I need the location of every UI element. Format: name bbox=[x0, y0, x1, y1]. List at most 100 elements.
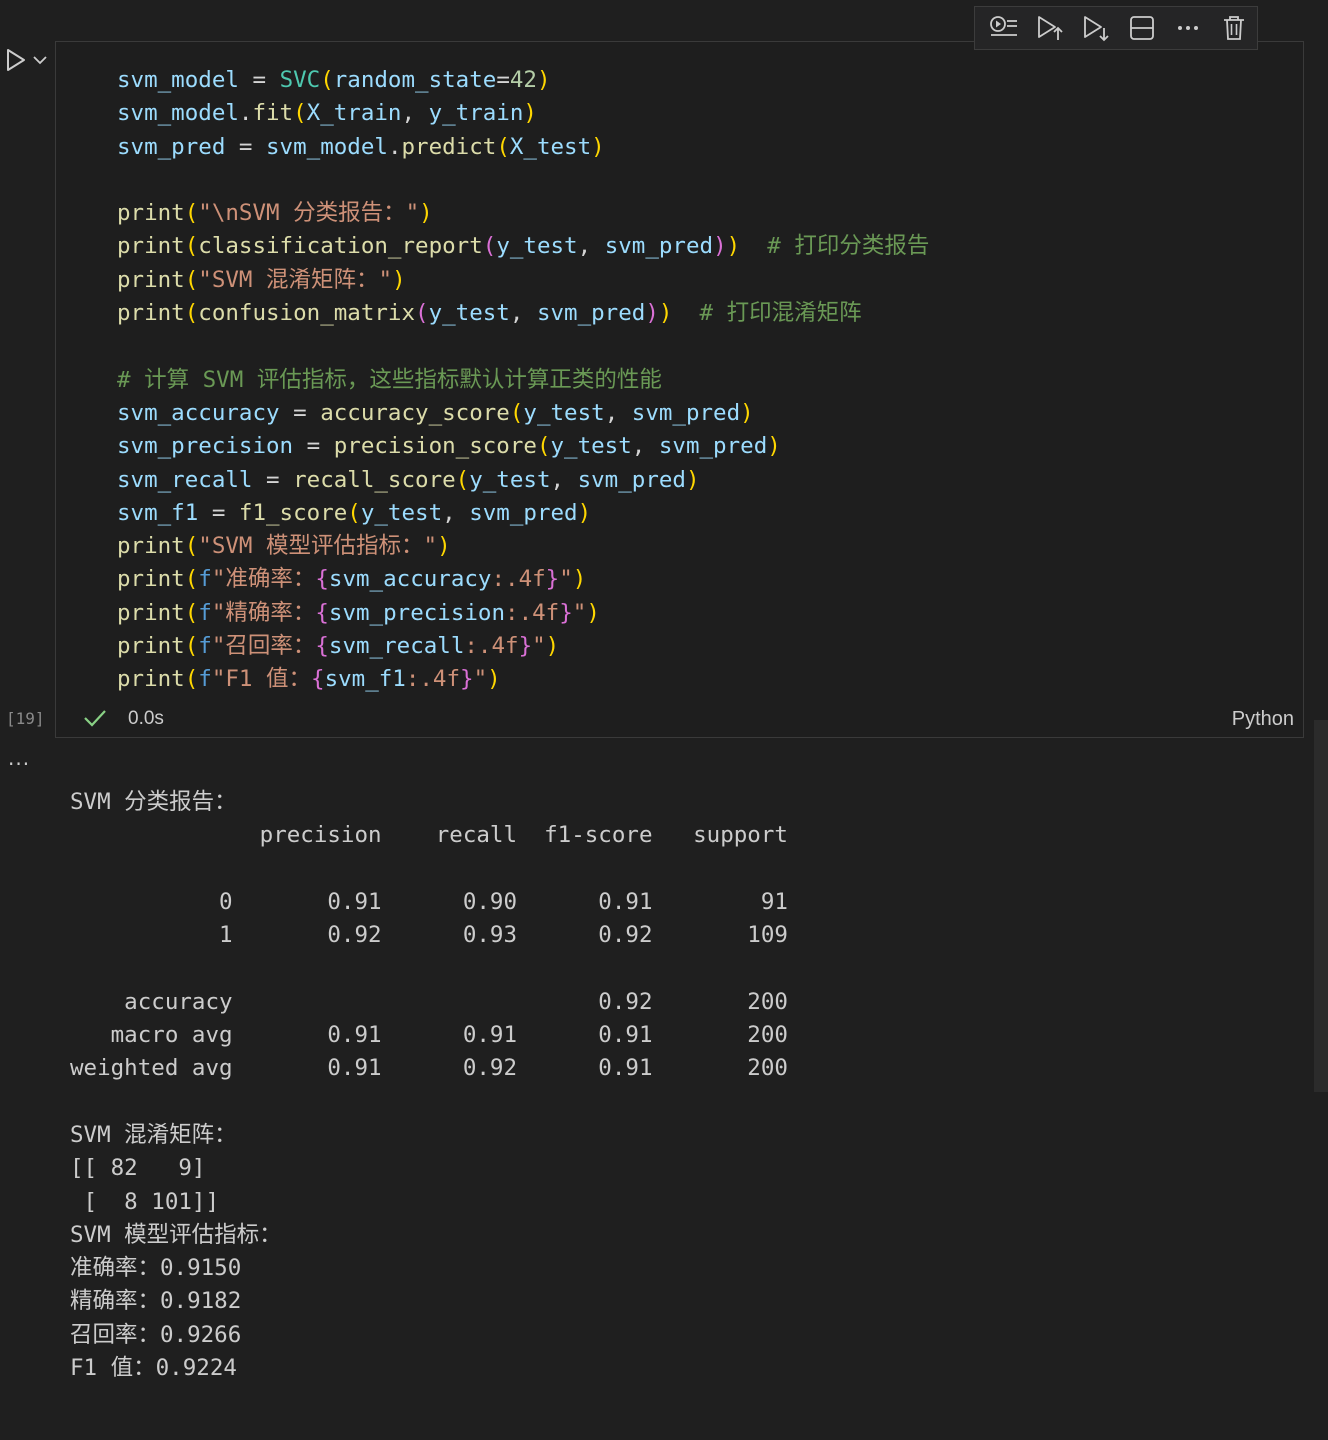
cell-output: SVM 分类报告： precision recall f1-score supp… bbox=[70, 786, 788, 1385]
code-token: , bbox=[401, 100, 429, 127]
code-token: :.4f bbox=[491, 566, 546, 593]
code-token: ) bbox=[392, 266, 406, 293]
output-line: 精确率：0.9182 bbox=[70, 1288, 242, 1315]
output-line: accuracy 0.92 200 bbox=[70, 988, 788, 1015]
code-token: = bbox=[238, 67, 280, 93]
code-token: svm_precision bbox=[328, 599, 506, 626]
code-token: { bbox=[311, 666, 325, 693]
code-token: svm_pred bbox=[658, 433, 768, 460]
code-token: "\nSVM 分类报告：" bbox=[198, 200, 420, 227]
output-line: F1 值：0.9224 bbox=[70, 1355, 237, 1382]
code-token: ( bbox=[415, 300, 429, 327]
run-below-button[interactable] bbox=[1073, 8, 1119, 48]
cell-toolbar bbox=[974, 6, 1258, 50]
more-actions-button[interactable] bbox=[1165, 8, 1211, 48]
code-token: accuracy_score bbox=[320, 399, 510, 426]
code-token: svm_pred bbox=[604, 233, 714, 260]
code-token: { bbox=[315, 633, 329, 660]
code-line: svm_pred = svm_model.predict(X_test) bbox=[117, 131, 929, 164]
execute-above-button[interactable] bbox=[981, 8, 1027, 48]
execute-cell-below-button[interactable] bbox=[1027, 8, 1073, 48]
notebook-page: svm_model = SVC(random_state=42) svm_mode… bbox=[0, 0, 1328, 1440]
code-token: { bbox=[315, 599, 329, 626]
execute-cell-below-icon bbox=[1038, 16, 1063, 40]
output-line: 1 0.92 0.93 0.92 109 bbox=[70, 922, 788, 949]
run-cell-button[interactable] bbox=[2, 46, 30, 74]
code-token: svm_model bbox=[266, 133, 388, 160]
output-line: [[ 82 9] bbox=[70, 1155, 206, 1182]
code-token: ) bbox=[713, 233, 727, 260]
code-token: SVC bbox=[279, 67, 321, 93]
output-more-button[interactable]: ··· bbox=[8, 752, 30, 776]
code-token: = bbox=[496, 67, 510, 93]
code-token: svm_precision bbox=[117, 433, 294, 460]
code-token: " bbox=[532, 633, 546, 660]
code-token: "召回率： bbox=[211, 633, 316, 660]
code-token: "精确率： bbox=[211, 599, 316, 626]
code-token: ( bbox=[184, 233, 199, 260]
code-token: svm_pred bbox=[577, 466, 686, 493]
run-below-icon bbox=[1084, 16, 1109, 42]
code-token: print bbox=[117, 633, 185, 660]
code-token: = bbox=[225, 133, 267, 160]
code-token: svm_pred bbox=[631, 399, 741, 426]
code-token: "F1 值： bbox=[211, 666, 312, 693]
execute-above-icon bbox=[990, 16, 1017, 36]
code-token: , bbox=[631, 433, 659, 460]
code-token: ) bbox=[726, 233, 741, 260]
code-token: , bbox=[550, 466, 578, 493]
code-token: print bbox=[117, 533, 185, 560]
code-token: } bbox=[559, 599, 573, 626]
code-token: ) bbox=[487, 666, 501, 693]
scrollbar[interactable] bbox=[1314, 720, 1328, 1092]
code-token: ( bbox=[184, 566, 199, 593]
code-token: } bbox=[460, 666, 474, 693]
code-token: = bbox=[279, 399, 321, 426]
code-token: ) bbox=[767, 433, 781, 460]
delete-icon bbox=[1224, 16, 1244, 40]
code-token: svm_recall bbox=[117, 466, 253, 493]
code-token: = bbox=[198, 499, 239, 526]
code-token: ( bbox=[184, 300, 199, 327]
code-line: print(confusion_matrix(y_test, svm_pred)… bbox=[117, 297, 929, 330]
code-token: f bbox=[198, 633, 212, 660]
code-token: ( bbox=[184, 533, 199, 560]
delete-cell-button[interactable] bbox=[1211, 8, 1257, 48]
execution-count: [19] bbox=[6, 709, 45, 728]
code-token: , bbox=[577, 233, 605, 260]
code-token: ( bbox=[293, 100, 307, 127]
code-token: ( bbox=[184, 266, 199, 293]
execution-time: 0.0s bbox=[128, 708, 164, 729]
code-line: svm_accuracy = accuracy_score(y_test, sv… bbox=[117, 397, 929, 430]
code-token: ) bbox=[523, 100, 537, 127]
code-line: print("\nSVM 分类报告：") bbox=[117, 197, 929, 230]
run-options-button[interactable] bbox=[30, 48, 50, 72]
code-editor[interactable]: svm_model = SVC(random_state=42) svm_mode… bbox=[117, 64, 929, 697]
code-token: svm_f1 bbox=[117, 499, 199, 526]
split-cell-button[interactable] bbox=[1119, 8, 1165, 48]
code-token: confusion_matrix bbox=[198, 300, 416, 327]
kernel-language-button[interactable]: Python bbox=[1232, 708, 1294, 731]
code-token: , bbox=[509, 300, 537, 327]
code-token: recall_score bbox=[293, 466, 456, 493]
code-token: X_test bbox=[509, 133, 592, 160]
code-token: f bbox=[198, 599, 212, 626]
code-token: "SVM 模型评估指标：" bbox=[198, 533, 438, 560]
code-token: f bbox=[198, 666, 212, 693]
code-token: . bbox=[238, 100, 253, 127]
code-token: ( bbox=[184, 200, 199, 227]
code-token: svm_accuracy bbox=[117, 399, 280, 426]
code-cell[interactable]: svm_model = SVC(random_state=42) svm_mode… bbox=[55, 41, 1304, 738]
output-line: SVM 模型评估指标： bbox=[70, 1221, 282, 1248]
code-token: fit bbox=[252, 100, 294, 127]
code-token: :.4f bbox=[405, 666, 461, 693]
code-token: ( bbox=[320, 67, 334, 93]
code-token: y_test bbox=[428, 300, 510, 327]
code-token: svm_pred bbox=[117, 133, 226, 160]
code-token: ) bbox=[591, 133, 605, 160]
code-token: ( bbox=[347, 499, 361, 526]
code-token: ( bbox=[509, 399, 524, 426]
